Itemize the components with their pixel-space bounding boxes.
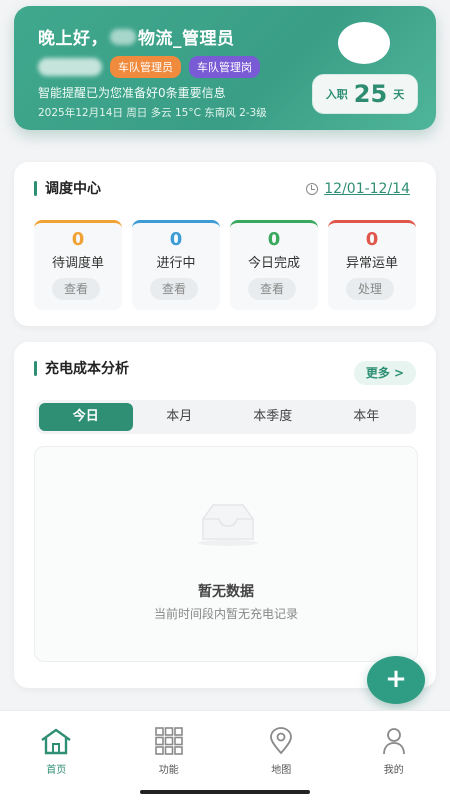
stat-pending-dispatch: 0 待调度单 查看 — [34, 220, 122, 310]
date-weather-text: 2025年12月14日 周日 多云 15°C 东南风 2-3级 — [38, 107, 267, 119]
title-accent-bar — [34, 360, 37, 376]
view-pending-button[interactable]: 查看 — [52, 278, 100, 300]
nav-item-functions[interactable]: 功能 — [113, 711, 226, 800]
days-label: 入职 — [325, 88, 348, 101]
smart-reminder-text: 智能提醒已为您准备好0条重要信息 — [38, 86, 226, 100]
clock-icon — [306, 183, 319, 195]
period-tabs: 今日 本月 本季度 本年 — [36, 400, 416, 434]
role-tag-fleet-post: 车队管理岗 — [189, 56, 260, 78]
dispatch-title-text: 调度中心 — [45, 181, 101, 197]
avatar[interactable] — [338, 22, 390, 64]
user-role-title: 物流_管理员 — [138, 29, 235, 49]
charging-cost-card: 充电成本分析 更多 > 今日 本月 本季度 本年 暂无数据 当前时间段内暂无充电… — [14, 342, 436, 688]
tab-year[interactable]: 本年 — [320, 403, 414, 431]
nav-item-map[interactable]: 地图 — [225, 711, 338, 800]
nav-label-functions: 功能 — [158, 765, 179, 776]
days-value: 25 — [353, 80, 388, 108]
blurred-user-name — [38, 58, 102, 76]
empty-title: 暂无数据 — [198, 584, 254, 600]
title-accent-bar — [34, 180, 37, 196]
home-icon — [41, 728, 71, 755]
dispatch-stats: 0 待调度单 查看 0 进行中 查看 0 今日完成 查看 0 异常运单 处理 — [34, 220, 416, 310]
add-fab-button[interactable]: + — [367, 656, 425, 704]
role-tag-fleet-admin: 车队管理员 — [110, 56, 181, 78]
home-indicator — [140, 790, 310, 794]
handle-abnormal-button[interactable]: 处理 — [346, 278, 394, 300]
user-icon — [382, 728, 405, 755]
stat-completed-today: 0 今日完成 查看 — [230, 220, 318, 310]
stat-label: 异常运单 — [345, 256, 398, 271]
stat-in-progress: 0 进行中 查看 — [132, 220, 220, 310]
nav-label-map: 地图 — [271, 765, 292, 776]
stat-value: 0 — [169, 229, 183, 250]
grid-icon — [154, 727, 183, 755]
nav-item-profile[interactable]: 我的 — [338, 711, 450, 800]
role-tags: 车队管理员 车队管理岗 — [38, 56, 260, 78]
stat-value: 0 — [365, 229, 379, 250]
stat-value: 0 — [267, 229, 281, 250]
tab-quarter[interactable]: 本季度 — [226, 403, 320, 431]
map-pin-icon — [270, 727, 293, 755]
stat-value: 0 — [71, 229, 85, 250]
dispatch-title: 调度中心 — [34, 178, 101, 198]
stat-label: 今日完成 — [247, 256, 300, 271]
blurred-company-name — [110, 28, 136, 45]
stat-label: 进行中 — [156, 256, 196, 271]
days-unit: 天 — [393, 88, 405, 101]
days-employed-badge: 入职 25 天 — [312, 74, 418, 114]
charging-title: 充电成本分析 — [34, 358, 129, 378]
nav-label-home: 首页 — [46, 765, 67, 776]
nav-item-home[interactable]: 首页 — [0, 711, 113, 800]
tab-today[interactable]: 今日 — [39, 403, 133, 431]
date-range-text: 12/01-12/14 — [324, 181, 410, 197]
more-button[interactable]: 更多 > — [354, 361, 416, 385]
view-in-progress-button[interactable]: 查看 — [150, 278, 198, 300]
bottom-nav: 首页 功能 地图 我的 — [0, 710, 450, 800]
empty-inbox-icon — [198, 504, 258, 546]
greeting-text: 晚上好， — [38, 29, 108, 49]
view-completed-button[interactable]: 查看 — [248, 278, 296, 300]
charging-title-text: 充电成本分析 — [45, 361, 129, 377]
date-range-picker[interactable]: 12/01-12/14 — [306, 181, 410, 197]
empty-state: 暂无数据 当前时间段内暂无充电记录 — [34, 446, 418, 662]
user-header-card: 晚上好， 物流_管理员 车队管理员 车队管理岗 智能提醒已为您准备好0条重要信息… — [14, 6, 436, 130]
nav-label-profile: 我的 — [383, 765, 404, 776]
stat-label: 待调度单 — [51, 256, 104, 271]
stat-abnormal-orders: 0 异常运单 处理 — [328, 220, 416, 310]
dispatch-center-card: 调度中心 12/01-12/14 0 待调度单 查看 0 进行中 查看 0 今日… — [14, 162, 436, 326]
tab-month[interactable]: 本月 — [133, 403, 227, 431]
empty-subtitle: 当前时间段内暂无充电记录 — [153, 607, 298, 621]
greeting: 晚上好， 物流_管理员 — [38, 24, 235, 49]
